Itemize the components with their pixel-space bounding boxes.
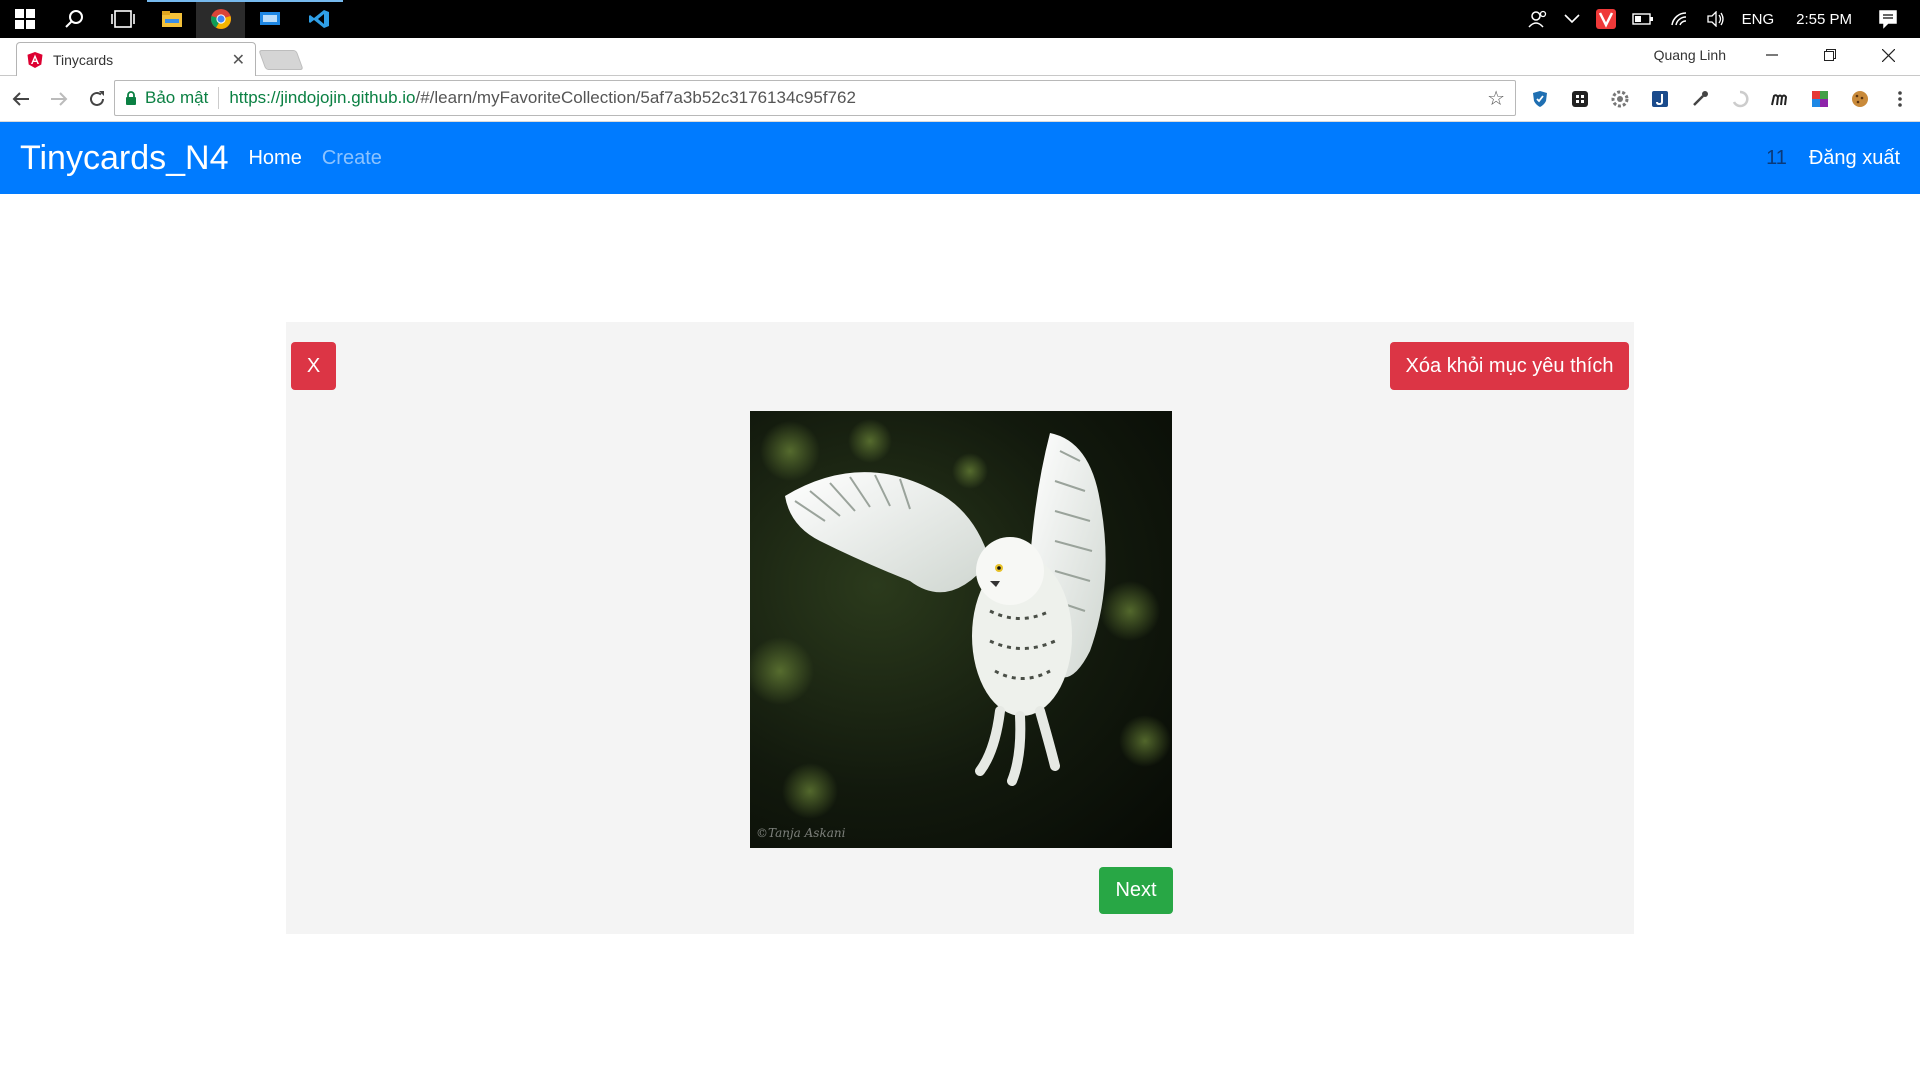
tab-title: Tinycards: [53, 51, 114, 68]
lock-icon: [126, 90, 136, 105]
close-window-icon[interactable]: [1859, 38, 1917, 72]
url-host: https://jindojojin.github.io: [229, 88, 416, 107]
clock[interactable]: 2:55 PM: [1782, 0, 1870, 38]
browser-menu-icon[interactable]: [1887, 86, 1913, 112]
nav-home-link[interactable]: Home: [248, 147, 301, 170]
secure-label: Bảo mật: [145, 88, 209, 107]
remove-favorite-button[interactable]: Xóa khỏi mục yêu thích: [1390, 342, 1629, 390]
volume-icon[interactable]: [1698, 0, 1734, 38]
reload-icon[interactable]: [80, 82, 114, 116]
address-bar[interactable]: Bảo mật https://jindojojin.github.io/#/l…: [114, 80, 1516, 116]
gear-extension-icon[interactable]: [1607, 86, 1633, 112]
image-watermark: ©Tanja Askani: [756, 826, 846, 840]
language-indicator[interactable]: ENG: [1734, 0, 1783, 38]
forward-arrow-icon[interactable]: [42, 82, 76, 116]
shield-extension-icon[interactable]: [1527, 86, 1553, 112]
chevron-up-icon[interactable]: [1556, 0, 1588, 38]
m-extension-icon[interactable]: [1767, 86, 1793, 112]
back-arrow-icon[interactable]: [4, 82, 38, 116]
url-path: /#/learn/myFavoriteCollection/5af7a3b52c…: [415, 88, 856, 107]
browser-tabstrip: Tinycards ✕ Quang Linh: [0, 38, 1920, 76]
browser-tab[interactable]: Tinycards ✕: [16, 42, 256, 76]
j-extension-icon[interactable]: [1647, 86, 1673, 112]
chrome-taskbar-icon[interactable]: [196, 0, 245, 38]
browser-toolbar: Bảo mật https://jindojojin.github.io/#/l…: [0, 76, 1920, 122]
vscode-icon[interactable]: [294, 0, 343, 38]
snowy-owl-illustration: [750, 419, 1171, 819]
action-center-icon[interactable]: [1870, 0, 1906, 38]
windows-taskbar: ENG 2:55 PM: [0, 0, 1920, 38]
next-button[interactable]: Next: [1099, 867, 1173, 914]
battery-icon[interactable]: [1624, 0, 1662, 38]
address-separator: [218, 87, 220, 109]
cookie-extension-icon[interactable]: [1847, 86, 1873, 112]
file-explorer-icon[interactable]: [147, 0, 196, 38]
bookmark-star-icon[interactable]: ☆: [1487, 86, 1505, 111]
wifi-icon[interactable]: [1662, 0, 1698, 38]
dark-extension-icon[interactable]: [1567, 86, 1593, 112]
task-view-icon[interactable]: [98, 0, 147, 38]
remote-desktop-icon[interactable]: [245, 0, 294, 38]
nav-create-link[interactable]: Create: [322, 147, 382, 170]
logout-link[interactable]: Đăng xuất: [1809, 147, 1900, 170]
angular-favicon-icon: [27, 51, 43, 68]
navbar-brand[interactable]: Tinycards_N4: [20, 139, 228, 178]
restore-icon[interactable]: [1801, 38, 1859, 72]
app-navbar: Tinycards_N4 Home Create 11 Đăng xuất: [0, 122, 1920, 194]
search-icon[interactable]: [49, 0, 98, 38]
profile-name[interactable]: Quang Linh: [1654, 47, 1726, 63]
minimize-icon[interactable]: [1743, 38, 1801, 72]
owl-image[interactable]: ©Tanja Askani: [750, 411, 1172, 848]
people-icon[interactable]: [1520, 0, 1556, 38]
windows-start-icon[interactable]: [0, 0, 49, 38]
swirl-extension-icon[interactable]: [1727, 86, 1753, 112]
eyedropper-icon[interactable]: [1687, 86, 1713, 112]
tab-close-icon[interactable]: ✕: [232, 50, 245, 70]
user-count: 11: [1766, 146, 1787, 169]
close-card-button[interactable]: X: [291, 342, 336, 390]
vivaldi-tray-icon[interactable]: [1588, 0, 1624, 38]
new-tab-button[interactable]: [258, 50, 304, 70]
flashcard-panel: X Xóa khỏi mục yêu thích ©Tanja Askani N…: [286, 322, 1634, 934]
colorful-extension-icon[interactable]: [1807, 86, 1833, 112]
